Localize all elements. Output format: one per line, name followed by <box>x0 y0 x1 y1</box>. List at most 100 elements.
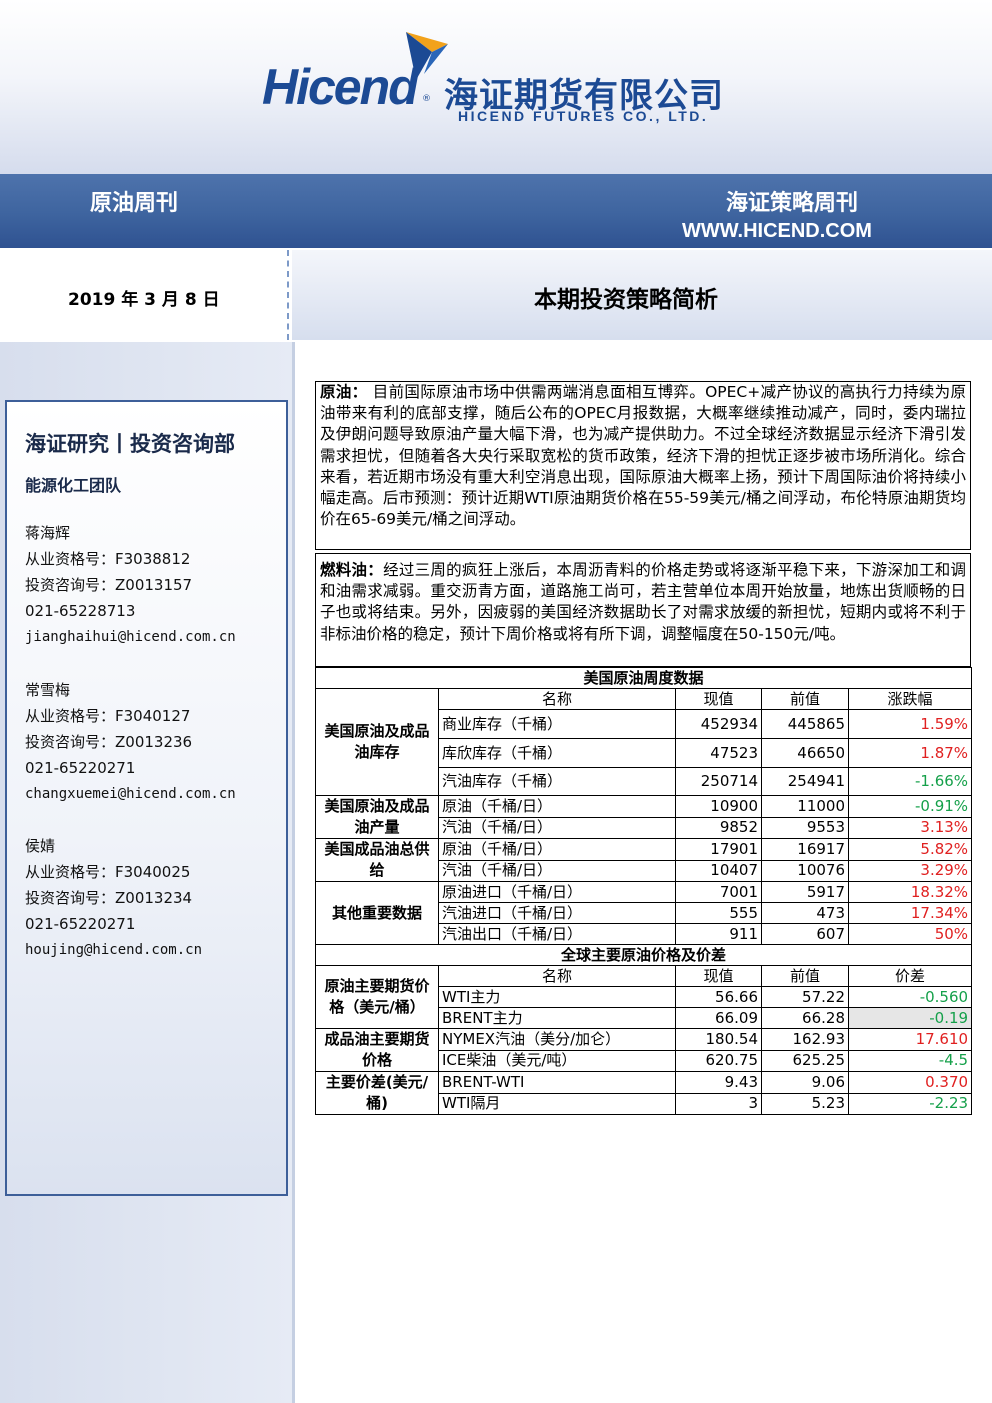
column-header: 名称 <box>438 688 676 710</box>
row-change: -4.5 <box>847 1049 973 1072</box>
publication-name: 原油周刊 <box>90 191 179 216</box>
row-previous: 46650 <box>761 738 849 768</box>
row-previous: 607 <box>761 923 849 945</box>
row-change: 3.13% <box>847 816 973 839</box>
analyst-qualification: 从业资格号：F3040127 <box>25 707 191 725</box>
row-previous: 11000 <box>761 795 849 818</box>
sidebar-panel: 海证研究丨投资咨询部 能源化工团队 蒋海辉 从业资格号：F3038812 投资咨… <box>5 400 288 1196</box>
row-current: 10407 <box>675 859 762 882</box>
column-header: 前值 <box>761 688 849 710</box>
row-previous: 57.22 <box>761 986 849 1008</box>
header-band: 原油周刊 海证策略周刊 WWW.HICEND.COM <box>0 174 992 248</box>
analyst-card: 侯婧 从业资格号：F3040025 投资咨询号：Z0013234 021-652… <box>25 833 202 963</box>
row-change: 3.29% <box>847 859 973 882</box>
analyst-email[interactable]: changxuemei@hicend.com.cn <box>25 781 236 807</box>
row-current: 47523 <box>675 738 762 768</box>
row-previous: 66.28 <box>761 1007 849 1029</box>
website-url[interactable]: WWW.HICEND.COM <box>682 220 872 243</box>
series-name: 海证策略周刊 <box>726 191 859 216</box>
logo-english-name: HICEND FUTURES CO., LTD. <box>458 108 709 124</box>
table-row: 其他重要数据 原油进口（千桶/日） 7001 5917 18.32% <box>315 881 973 945</box>
report-date: 2019 年 3 月 8 日 <box>68 290 220 310</box>
group-label: 成品油主要期货价格 <box>315 1028 439 1072</box>
group-label: 主要价差(美元/桶) <box>315 1071 439 1115</box>
row-current: 620.75 <box>675 1049 762 1072</box>
row-previous: 5917 <box>761 881 849 903</box>
row-previous: 5.23 <box>761 1092 849 1115</box>
row-change: 1.87% <box>847 738 973 768</box>
row-name: 汽油进口（千桶/日） <box>438 902 676 924</box>
logo-registered-mark: ® <box>422 94 431 104</box>
row-current: 7001 <box>675 881 762 903</box>
analyst-qualification: 从业资格号：F3040025 <box>25 863 191 881</box>
row-current: 3 <box>675 1092 762 1115</box>
company-logo: Hicend ® 海证期货有限公司 HICEND FUTURES CO., LT… <box>262 28 732 128</box>
group-label: 其他重要数据 <box>315 881 439 945</box>
row-current: 180.54 <box>675 1028 762 1051</box>
table-row: 成品油主要期货价格 NYMEX汽油（美分/加仑） 180.54 162.93 1… <box>315 1028 973 1072</box>
analyst-consult-number: 投资咨询号：Z0013157 <box>25 576 193 594</box>
table-row: 美国原油及成品油产量 原油（千桶/日） 10900 11000 -0.91% <box>315 795 973 839</box>
row-change: 1.59% <box>847 709 973 739</box>
row-previous: 473 <box>761 902 849 924</box>
row-name: 汽油（千桶/日） <box>438 859 676 882</box>
row-current: 56.66 <box>675 986 762 1008</box>
crude-lead: 原油： <box>320 383 368 401</box>
table-row: 美国成品油总供给 原油（千桶/日） 17901 16917 5.82% <box>315 838 973 882</box>
row-previous: 625.25 <box>761 1049 849 1072</box>
column-header: 现值 <box>675 688 762 710</box>
row-change: 0.370 <box>847 1071 973 1094</box>
row-previous: 9.06 <box>761 1071 849 1094</box>
row-change: -0.91% <box>847 795 973 818</box>
analyst-phone: 021-65220271 <box>25 759 136 777</box>
row-change: 17.34% <box>847 902 973 924</box>
row-change: -0.560 <box>847 986 973 1008</box>
analyst-email[interactable]: houjing@hicend.com.cn <box>25 937 202 963</box>
row-name: BRENT主力 <box>438 1007 676 1029</box>
us-weekly-data-table: 美国原油周度数据 美国原油及成品油库存 名称 现值 前值 涨跌幅 商业库存（千桶… <box>314 667 973 1115</box>
analyst-card: 蒋海辉 从业资格号：F3038812 投资咨询号：Z0013157 021-65… <box>25 520 236 650</box>
row-change: -2.23 <box>847 1092 973 1115</box>
analyst-qualification: 从业资格号：F3038812 <box>25 550 191 568</box>
row-change: 50% <box>847 923 973 945</box>
analyst-phone: 021-65228713 <box>25 602 136 620</box>
row-change: 17.610 <box>847 1028 973 1051</box>
row-name: 汽油（千桶/日） <box>438 816 676 839</box>
row-current: 911 <box>675 923 762 945</box>
department-name: 海证研究丨投资咨询部 <box>25 432 235 456</box>
row-change: -1.66% <box>847 767 973 796</box>
main-content: 原油： 目前国际原油市场中供需两端消息面相互博弈。OPEC+减产协议的高执行力持… <box>314 381 973 1115</box>
analyst-email[interactable]: jianghaihui@hicend.com.cn <box>25 624 236 650</box>
row-current: 17901 <box>675 838 762 861</box>
row-name: 原油（千桶/日） <box>438 838 676 861</box>
logo-brand-text: Hicend <box>262 59 419 115</box>
row-previous: 10076 <box>761 859 849 882</box>
analyst-phone: 021-65220271 <box>25 915 136 933</box>
fuel-oil-analysis: 燃料油：经过三周的疯狂上涨后，本周沥青料的价格走势或将逐渐平稳下来，下游深加工和… <box>315 553 971 667</box>
content-divider <box>292 342 295 1403</box>
team-name: 能源化工团队 <box>25 476 122 495</box>
group-label: 美国成品油总供给 <box>315 838 439 882</box>
row-previous: 9553 <box>761 816 849 839</box>
analyst-card: 常雪梅 从业资格号：F3040127 投资咨询号：Z0013236 021-65… <box>25 677 236 807</box>
row-name: WTI隔月 <box>438 1092 676 1115</box>
group-label: 原油主要期货价格（美元/桶） <box>315 965 439 1029</box>
row-current: 9852 <box>675 816 762 839</box>
group-label: 美国原油及成品油产量 <box>315 795 439 839</box>
crude-oil-analysis: 原油： 目前国际原油市场中供需两端消息面相互博弈。OPEC+减产协议的高执行力持… <box>315 381 971 550</box>
row-name: NYMEX汽油（美分/加仑） <box>438 1028 676 1051</box>
row-current: 555 <box>675 902 762 924</box>
header-top: Hicend ® 海证期货有限公司 HICEND FUTURES CO., LT… <box>0 0 992 174</box>
column-header: 现值 <box>675 965 762 987</box>
column-header: 价差 <box>847 965 973 987</box>
sidebar: 海证研究丨投资咨询部 能源化工团队 蒋海辉 从业资格号：F3038812 投资咨… <box>0 342 292 1403</box>
analyst-name: 常雪梅 <box>25 681 71 699</box>
row-current: 10900 <box>675 795 762 818</box>
row-name: WTI主力 <box>438 986 676 1008</box>
row-name: 汽油库存（千桶） <box>438 767 676 796</box>
page-title: 本期投资策略简析 <box>534 287 718 313</box>
group-label: 美国原油及成品油库存 <box>315 688 439 796</box>
analyst-name: 侯婧 <box>25 837 56 855</box>
fuel-lead: 燃料油： <box>320 561 384 579</box>
analyst-consult-number: 投资咨询号：Z0013234 <box>25 889 193 907</box>
